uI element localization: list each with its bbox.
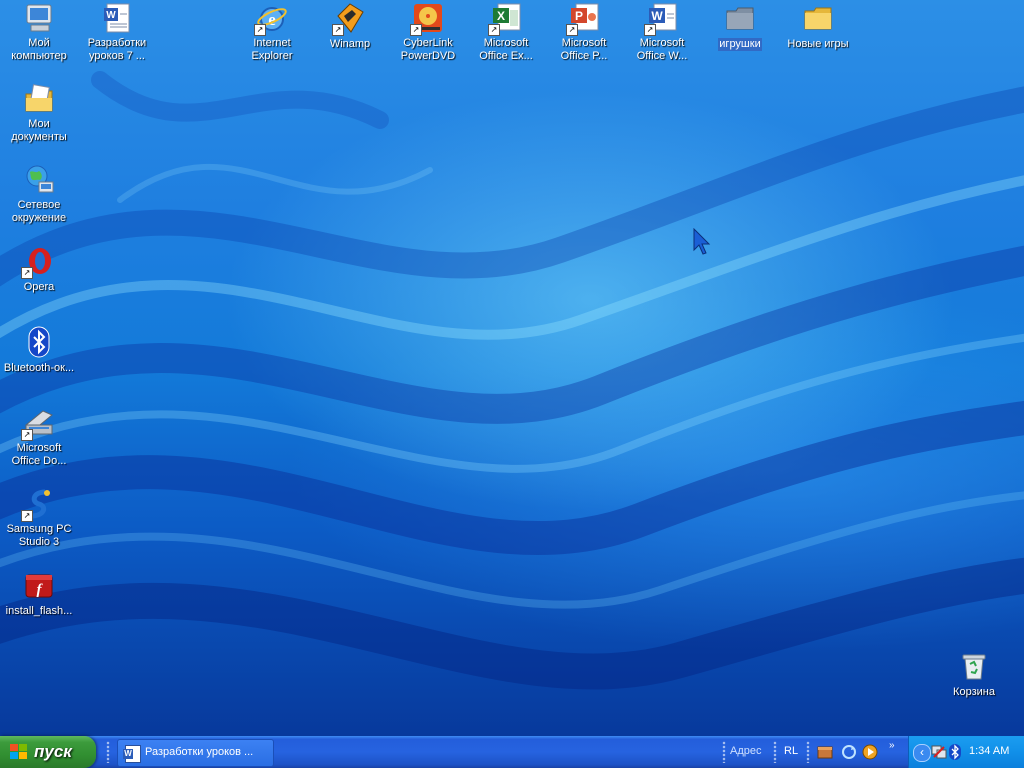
desktop-icon-new-games[interactable]: Новые игры (779, 2, 857, 52)
icon-label: install_flash... (5, 605, 73, 617)
address-toolbar-label[interactable]: Адрес (730, 745, 762, 757)
network-places-icon (23, 164, 55, 196)
shortcut-arrow-icon: ↗ (644, 24, 656, 36)
shortcut-arrow-icon: ↗ (488, 24, 500, 36)
taskbar-grip[interactable] (106, 741, 110, 763)
task-label: Разработки уроков ... (145, 746, 254, 758)
desktop-icon-samsung-pc-studio[interactable]: ↗ Samsung PC Studio 3 (0, 488, 78, 550)
bluetooth-icon (23, 326, 55, 358)
scanner-icon: ↗ (21, 407, 55, 441)
desktop-icon-office-doc-imaging[interactable]: ↗ Microsoft Office Do... (0, 407, 78, 469)
taskbar: пуск W Разработки уроков ... Адрес RL » … (0, 736, 1024, 768)
svg-text:P: P (575, 9, 583, 23)
mouse-pointer-icon (693, 228, 711, 255)
desktop-icon-powerdvd[interactable]: ↗ CyberLink PowerDVD (389, 2, 467, 64)
shortcut-arrow-icon: ↗ (21, 429, 33, 441)
icon-label: Новые игры (787, 38, 849, 50)
internet-explorer-icon: e ↗ (254, 2, 288, 36)
samsung-pc-studio-icon: ↗ (21, 488, 55, 522)
svg-text:W: W (106, 10, 116, 21)
desktop-icon-opera[interactable]: ↗ Opera (0, 245, 78, 295)
desktop-icon-powerpoint[interactable]: P ↗ Microsoft Office P... (545, 2, 623, 64)
opera-icon: ↗ (21, 245, 55, 279)
desktop-icon-lessons-doc[interactable]: W Разработки уроков 7 ... (78, 2, 156, 64)
icon-label: Мои документы (11, 118, 67, 143)
icon-label: Разработки уроков 7 ... (87, 37, 147, 62)
icon-label: Samsung PC Studio 3 (6, 523, 72, 548)
svg-text:W: W (651, 9, 663, 23)
desktop-icon-bluetooth[interactable]: Bluetooth-ок... (0, 326, 78, 376)
icon-label: Winamp (329, 38, 371, 50)
my-documents-icon (23, 83, 55, 115)
folder-icon (802, 2, 834, 34)
shortcut-arrow-icon: ↗ (21, 510, 33, 522)
desktop-icon-word[interactable]: W ↗ Microsoft Office W... (623, 2, 701, 64)
icon-label: CyberLink PowerDVD (400, 37, 456, 62)
my-computer-icon (23, 2, 55, 34)
desktop-icon-my-documents[interactable]: Мои документы (0, 83, 78, 145)
icon-label: Microsoft Office P... (560, 37, 608, 62)
shortcut-arrow-icon: ↗ (21, 267, 33, 279)
start-label: пуск (34, 742, 72, 761)
quick-launch-archive-icon[interactable] (817, 744, 833, 760)
quick-launch-media-player-icon[interactable] (862, 744, 878, 760)
system-tray: ‹ 1:34 AM (908, 736, 1024, 768)
toolbar-grip[interactable] (806, 741, 810, 763)
icon-label: Сетевое окружение (11, 199, 67, 224)
flash-installer-icon: f (23, 569, 55, 601)
wallpaper (0, 71, 1024, 690)
desktop-icon-recycle-bin[interactable]: Корзина (935, 650, 1013, 700)
taskbar-button-lessons-doc[interactable]: W Разработки уроков ... (117, 739, 274, 767)
bluetooth-tray-icon[interactable] (949, 744, 961, 760)
desktop-icon-internet-explorer[interactable]: e ↗ Internet Explorer (233, 2, 311, 64)
icon-label: Мой компьютер (11, 37, 67, 62)
icon-label: Internet Explorer (251, 37, 293, 62)
icon-label: Корзина (953, 686, 995, 698)
start-button[interactable]: пуск (0, 736, 96, 768)
quick-launch-refresh-icon[interactable] (841, 744, 857, 760)
windows-logo-icon (10, 744, 27, 759)
toolbar-grip[interactable] (722, 741, 726, 763)
word-icon: W ↗ (644, 2, 678, 36)
word-document-icon: W (123, 745, 141, 763)
show-hidden-icons-button[interactable]: ‹ (913, 744, 931, 762)
desktop-icon-install-flash[interactable]: f install_flash... (0, 569, 78, 619)
shortcut-arrow-icon: ↗ (410, 24, 422, 36)
desktop-icon-my-computer[interactable]: Мой компьютер (0, 2, 78, 64)
icon-label: Bluetooth-ок... (3, 362, 75, 374)
svg-text:X: X (497, 9, 505, 23)
toolbar-overflow-chevron[interactable]: » (889, 740, 895, 751)
language-indicator[interactable]: RL (784, 745, 798, 757)
shortcut-arrow-icon: ↗ (254, 24, 266, 36)
icon-label: Microsoft Office Do... (11, 442, 67, 467)
desktop-icon-games-folder[interactable]: игрушки (701, 2, 779, 52)
desktop-icon-excel[interactable]: X ↗ Microsoft Office Ex... (467, 2, 545, 64)
network-connection-icon[interactable] (931, 744, 947, 760)
shortcut-arrow-icon: ↗ (332, 24, 344, 36)
recycle-bin-icon (958, 650, 990, 682)
excel-icon: X ↗ (488, 2, 522, 36)
desktop-icon-network[interactable]: Сетевое окружение (0, 164, 78, 226)
folder-icon (724, 2, 756, 34)
icon-label: игрушки (718, 38, 762, 51)
desktop-icon-winamp[interactable]: ↗ Winamp (311, 2, 389, 52)
icon-label: Microsoft Office W... (636, 37, 688, 62)
powerdvd-icon: ↗ (410, 2, 444, 36)
powerpoint-icon: P ↗ (566, 2, 600, 36)
icon-label: Opera (23, 281, 55, 293)
desktop[interactable]: Мой компьютер W Разработки уроков 7 ... … (0, 0, 1024, 736)
toolbar-grip[interactable] (773, 741, 777, 763)
shortcut-arrow-icon: ↗ (566, 24, 578, 36)
icon-label: Microsoft Office Ex... (479, 37, 533, 62)
winamp-icon: ↗ (332, 2, 366, 36)
word-document-icon: W (101, 2, 133, 34)
clock[interactable]: 1:34 AM (969, 745, 1009, 757)
